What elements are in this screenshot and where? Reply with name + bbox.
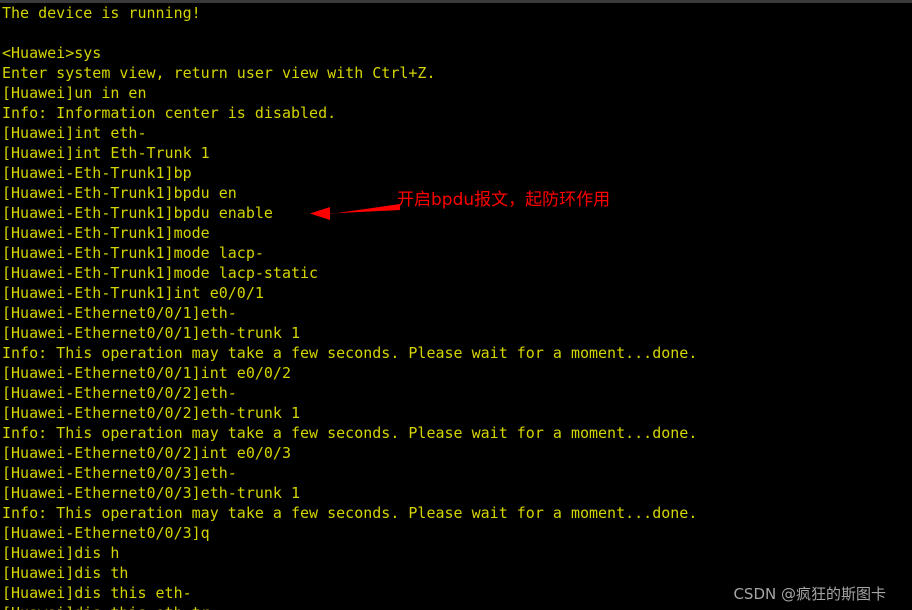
console-line: Info: This operation may take a few seco… [2, 424, 698, 442]
console-line: [Huawei-Ethernet0/0/1]int e0/0/2 [2, 364, 291, 382]
console-line: Enter system view, return user view with… [2, 64, 436, 82]
console-line: [Huawei]int Eth-Trunk 1 [2, 144, 210, 162]
watermark-label: CSDN @疯狂的斯图卡 [733, 585, 886, 603]
annotation-text: 开启bpdu报文，起防环作用 [397, 190, 611, 210]
console-line: The device is running! [2, 4, 201, 22]
terminal-window: The device is running! <Huawei>sys Enter s… [0, 0, 912, 610]
console-line: [Huawei-Ethernet0/0/2]int e0/0/3 [2, 444, 291, 462]
console-line: [Huawei-Eth-Trunk1]int e0/0/1 [2, 284, 264, 302]
console-line: [Huawei-Eth-Trunk1]mode lacp- [2, 244, 264, 262]
console-line: <Huawei>sys [2, 44, 102, 62]
console-line: [Huawei]un in en [2, 84, 147, 102]
console-line: [Huawei-Ethernet0/0/2]eth-trunk 1 [2, 404, 301, 422]
console-line: Info: This operation may take a few seco… [2, 344, 698, 362]
console-line: [Huawei-Ethernet0/0/3]q [2, 524, 210, 542]
console-line: Info: This operation may take a few seco… [2, 504, 698, 522]
console-line: [Huawei-Eth-Trunk1]mode [2, 224, 210, 242]
console-line: [Huawei-Ethernet0/0/3]eth-trunk 1 [2, 484, 301, 502]
console-line: Info: Information center is disabled. [2, 104, 337, 122]
console-line: [Huawei]dis h [2, 544, 120, 562]
console-line: [Huawei-Eth-Trunk1]bp [2, 164, 192, 182]
console-line: [Huawei-Ethernet0/0/2]eth- [2, 384, 237, 402]
console-line: [Huawei]int eth- [2, 124, 147, 142]
console-line: [Huawei-Eth-Trunk1]mode lacp-static [2, 264, 319, 282]
console-line: [Huawei-Ethernet0/0/3]eth- [2, 464, 237, 482]
console-output[interactable]: The device is running! <Huawei>sys Enter s… [2, 3, 910, 610]
console-line: [Huawei]dis this eth-tr [2, 603, 910, 610]
console-line: [Huawei-Ethernet0/0/1]eth-trunk 1 [2, 324, 301, 342]
console-line: [Huawei]dis th [2, 564, 129, 582]
console-line: [Huawei-Ethernet0/0/1]eth- [2, 304, 237, 322]
